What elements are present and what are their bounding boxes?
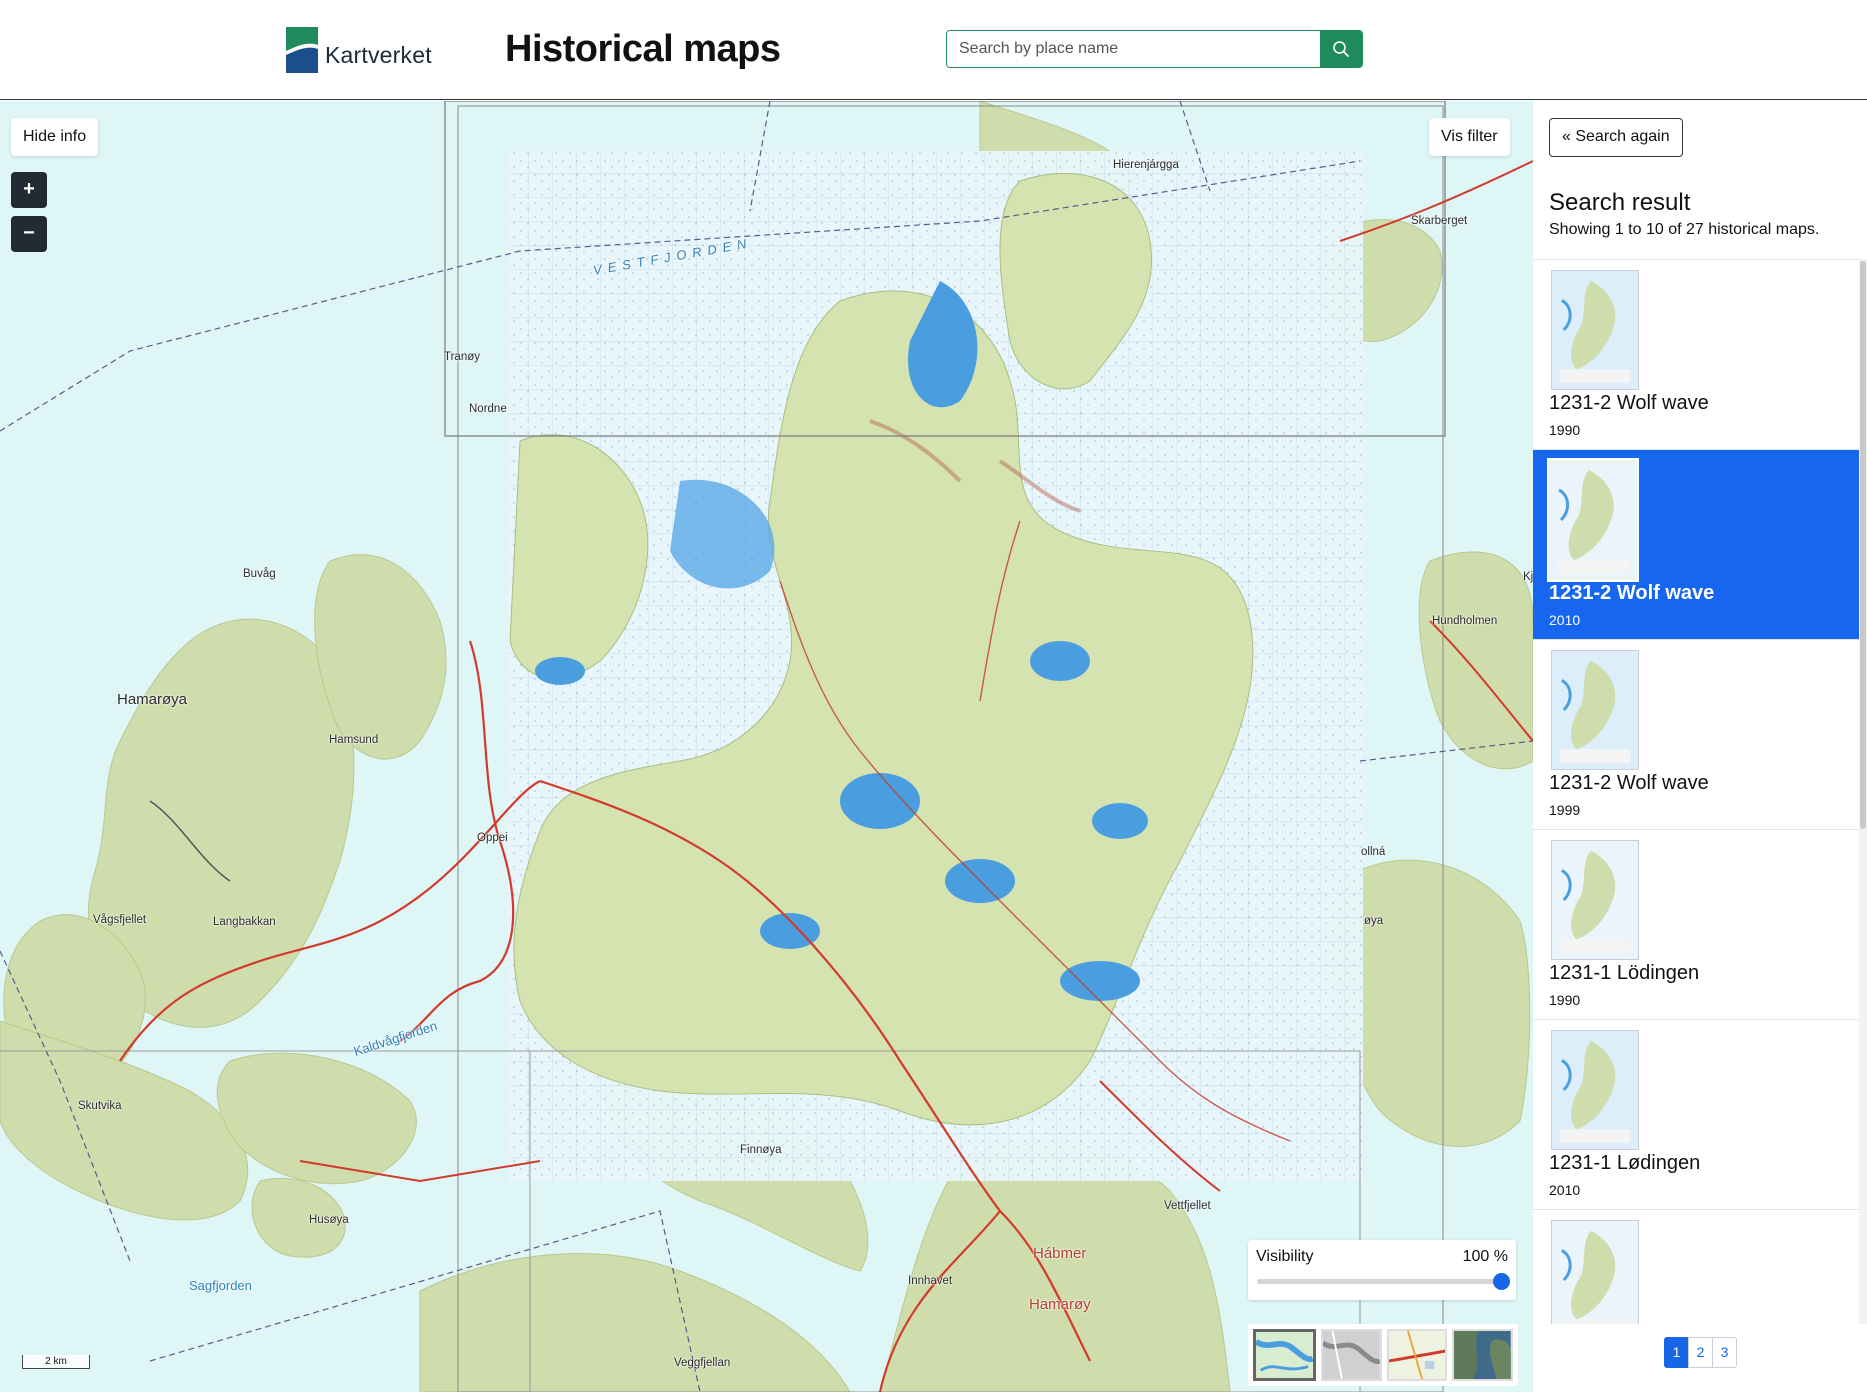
map-base-layer	[0, 101, 1533, 1392]
place-search	[946, 30, 1363, 68]
logo-mark-icon	[286, 27, 318, 73]
place-label: Hundholmen	[1432, 615, 1498, 627]
filter-button[interactable]: Vis filter	[1429, 118, 1510, 156]
place-label: Hábmer	[1033, 1245, 1087, 1262]
place-label: Kj	[1523, 571, 1533, 583]
result-name: 1231-2 Wolf wave	[1549, 772, 1709, 794]
topo-map-icon	[1254, 1332, 1314, 1378]
result-year: 1999	[1549, 802, 1581, 818]
map-thumbnail	[1551, 1220, 1639, 1324]
road-map-icon	[1388, 1330, 1446, 1380]
place-label: Hamsund	[329, 734, 379, 746]
place-label: Skutvika	[78, 1100, 122, 1112]
basemap-road-option[interactable]	[1386, 1329, 1448, 1381]
page-button-3[interactable]: 3	[1712, 1337, 1737, 1368]
place-label: Hamarøy	[1029, 1296, 1091, 1313]
result-year: 1990	[1549, 422, 1581, 438]
place-label: Nordne	[469, 403, 507, 415]
place-label: Vågsfjellet	[93, 914, 147, 926]
visibility-slider-fill	[1257, 1279, 1501, 1284]
place-label: Finnøya	[740, 1144, 782, 1156]
zoom-out-button[interactable]: −	[11, 216, 47, 252]
results-title: Search result	[1549, 189, 1691, 216]
visibility-label: Visibility	[1256, 1248, 1314, 1265]
search-again-button[interactable]: « Search again	[1549, 118, 1683, 157]
search-button[interactable]	[1320, 31, 1362, 67]
zoom-in-button[interactable]: +	[11, 172, 47, 208]
results-list: 1231-2 Wolf wave 1990 1231-2 Wolf wave 2…	[1533, 259, 1867, 1324]
result-item[interactable]: 1231-1 Lödingen 1990	[1533, 830, 1859, 1020]
place-label: Oppei	[477, 832, 508, 844]
place-label: Veggfjellan	[674, 1357, 731, 1369]
place-label: Buvåg	[243, 568, 276, 580]
basemap-topo-option[interactable]	[1253, 1329, 1316, 1381]
result-name: 1231-2 Wolf wave	[1549, 582, 1715, 604]
place-label: øya	[1364, 915, 1384, 927]
result-item[interactable]: 1231-2 Wolf wave 1990	[1533, 260, 1859, 450]
search-results-panel: « Search again Search result Showing 1 t…	[1533, 101, 1867, 1392]
results-count: Showing 1 to 10 of 27 historical maps.	[1549, 221, 1820, 238]
map-scale-bar: 2 km	[22, 1355, 90, 1369]
visibility-slider[interactable]	[1257, 1273, 1510, 1290]
page-button-2[interactable]: 2	[1688, 1337, 1713, 1368]
place-label: Tranøy	[444, 351, 480, 363]
result-name: 1231-1 Lödingen	[1549, 962, 1700, 984]
visibility-slider-handle[interactable]	[1493, 1273, 1510, 1290]
place-label: Langbakkan	[213, 916, 276, 928]
map-thumbnail	[1551, 270, 1639, 390]
brand-name: Kartverket	[325, 41, 432, 68]
place-label: Vettfjellet	[1164, 1200, 1211, 1212]
result-year: 2010	[1549, 1182, 1581, 1198]
result-name: 1231-2 Wolf wave	[1549, 392, 1709, 414]
place-label: Hamarøya	[117, 691, 188, 708]
visibility-value: 100 %	[1462, 1248, 1508, 1265]
place-label: Sagfjorden	[189, 1278, 252, 1293]
place-label: Innhavet	[908, 1275, 953, 1287]
results-scrollbar[interactable]	[1859, 259, 1867, 1324]
result-item[interactable]: 1231-2 Wolf wave 1999	[1533, 640, 1859, 830]
place-label: Hierenjárgga	[1113, 159, 1179, 171]
map-thumbnail	[1547, 458, 1639, 582]
place-search-input[interactable]	[947, 31, 1320, 67]
grey-map-icon	[1321, 1330, 1381, 1380]
result-year: 2010	[1549, 612, 1581, 628]
place-label: ollná	[1361, 846, 1386, 858]
aerial-map-icon	[1454, 1331, 1511, 1379]
result-name: 1231-1 Lødingen	[1549, 1152, 1701, 1174]
pagination: 1 2 3	[1664, 1337, 1737, 1368]
result-item-selected[interactable]: 1231-2 Wolf wave 2010	[1533, 450, 1859, 640]
result-item[interactable]	[1533, 1210, 1859, 1324]
place-label: Husøya	[309, 1214, 349, 1226]
basemap-grey-option[interactable]	[1320, 1329, 1382, 1381]
result-year: 1990	[1549, 992, 1581, 1008]
result-item[interactable]: 1231-1 Lødingen 2010	[1533, 1020, 1859, 1210]
basemap-switcher	[1248, 1324, 1518, 1386]
page-button-1[interactable]: 1	[1664, 1337, 1689, 1368]
basemap-aerial-option[interactable]	[1452, 1329, 1513, 1381]
page-title: Historical maps	[505, 28, 781, 70]
place-label: Skarberget	[1411, 215, 1468, 227]
app-header: Kartverket Historical maps	[0, 0, 1867, 100]
map-thumbnail	[1551, 1030, 1639, 1150]
scrollbar-thumb[interactable]	[1860, 261, 1866, 829]
map-thumbnail	[1551, 840, 1639, 960]
search-icon	[1333, 41, 1349, 57]
visibility-control: Visibility 100 %	[1248, 1240, 1516, 1300]
hide-info-button[interactable]: Hide info	[11, 118, 99, 156]
kartverket-logo[interactable]: Kartverket	[286, 26, 446, 74]
map-canvas[interactable]: Tranøy Nordne Buvåg Hamarøya Hamsund Opp…	[0, 101, 1533, 1392]
map-thumbnail	[1551, 650, 1639, 770]
